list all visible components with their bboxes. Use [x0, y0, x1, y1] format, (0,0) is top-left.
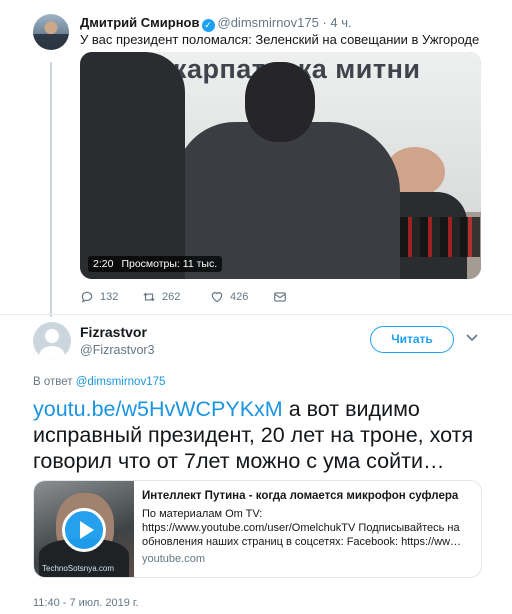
avatar[interactable] [33, 14, 69, 50]
tweet-link[interactable]: youtu.be/w5HvWCPYKxM [33, 397, 283, 421]
video-microphones [400, 217, 480, 257]
retweet-button[interactable]: 262 [142, 290, 180, 304]
card-thumbnail[interactable]: TechnoSotsnya.com [34, 481, 134, 577]
video-views: Просмотры: 11 тыс. [121, 258, 218, 270]
retweet-icon [143, 292, 155, 302]
link-preview-card[interactable]: TechnoSotsnya.com Интеллект Путина - ког… [33, 480, 482, 578]
author-handle[interactable]: @Fizrastvor3 [80, 343, 155, 357]
reply-button[interactable]: 132 [80, 290, 118, 304]
thumbnail-watermark: TechnoSotsnya.com [42, 564, 115, 573]
verified-icon: ✓ [201, 19, 215, 32]
follow-button[interactable]: Читать [370, 326, 454, 353]
author-name[interactable]: Дмитрий Смирнов [80, 15, 200, 30]
in-reply-handle[interactable]: @dimsmirnov175 [76, 376, 166, 388]
play-icon[interactable] [62, 508, 106, 552]
like-count: 426 [230, 291, 249, 303]
video-foreground-left-man [80, 52, 185, 279]
chevron-down-icon[interactable] [466, 333, 478, 343]
direct-message-icon [274, 292, 286, 302]
tweet-text: youtu.be/w5HvWCPYKxM а вот видимо исправ… [33, 396, 483, 474]
like-icon [211, 292, 223, 303]
in-reply-to: В ответ @dimsmirnov175 [33, 376, 165, 388]
video-foreground-head [245, 62, 315, 142]
tweet-age[interactable]: · 4 ч. [322, 15, 351, 30]
author-name[interactable]: Fizrastvor [80, 324, 147, 340]
in-reply-prefix: В ответ [33, 376, 76, 388]
divider [0, 314, 512, 315]
retweet-count: 262 [162, 291, 181, 303]
video-player[interactable]: Закарпатська митни 2:20 Просмотры: 11 тыс… [80, 52, 481, 279]
reply-icon [81, 291, 93, 303]
thread-line [50, 62, 52, 317]
parent-tweet-header: Дмитрий Смирнов ✓ @dimsmirnov175 · 4 ч. [80, 15, 352, 32]
parent-tweet-text: У вас президент поломался: Зеленский на … [80, 32, 480, 47]
like-button[interactable]: 426 [210, 290, 248, 304]
avatar[interactable] [33, 322, 71, 360]
direct-message-button[interactable] [273, 290, 287, 304]
reply-count: 132 [100, 291, 119, 303]
video-duration: 2:20 [93, 258, 114, 270]
card-description: По материалам Om TV: https://www.youtube… [142, 508, 462, 548]
tweet-timestamp[interactable]: 11:40 - 7 июл. 2019 г. [33, 597, 139, 609]
card-domain: youtube.com [142, 553, 205, 565]
card-title[interactable]: Интеллект Путина - когда ломается микроф… [142, 490, 458, 502]
tweet-actions: 132 262 426 [80, 290, 320, 306]
author-handle[interactable]: @dimsmirnov175 [218, 15, 319, 30]
video-info-badge: 2:20 Просмотры: 11 тыс. [88, 256, 223, 272]
